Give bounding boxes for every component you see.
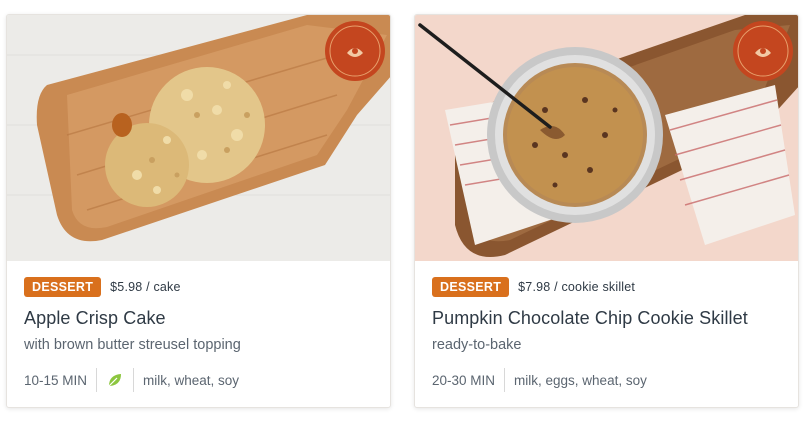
divider: [504, 368, 506, 392]
product-subtitle: with brown butter streusel topping: [24, 337, 241, 353]
category-tag: DESSERT: [24, 277, 102, 297]
price-label: $7.98 / cookie skillet: [518, 280, 636, 294]
product-photo[interactable]: [415, 15, 798, 261]
leaf-icon: [108, 374, 122, 387]
allergens: milk, eggs, wheat, soy: [514, 372, 647, 388]
product-meta: 20-30 MIN milk, eggs, wheat, soy: [432, 368, 647, 392]
divider: [96, 368, 98, 392]
product-photo[interactable]: [7, 15, 390, 261]
product-card-apple-crisp-cake[interactable]: DESSERT $5.98 / cake Apple Crisp Cake wi…: [6, 14, 391, 408]
price-label: $5.98 / cake: [110, 280, 181, 294]
prep-time: 10-15 MIN: [24, 372, 88, 388]
thanksgiving-favorites-seal: [325, 21, 385, 81]
product-meta: 10-15 MIN milk, wheat, soy: [24, 368, 239, 392]
category-tag: DESSERT: [432, 277, 510, 297]
product-subtitle: ready-to-bake: [432, 337, 522, 353]
thanksgiving-favorites-seal: [733, 21, 793, 81]
divider: [133, 368, 135, 392]
prep-time: 20-30 MIN: [432, 372, 496, 388]
product-card-pumpkin-cookie-skillet[interactable]: DESSERT $7.98 / cookie skillet Pumpkin C…: [414, 14, 799, 408]
product-title[interactable]: Pumpkin Chocolate Chip Cookie Skillet: [432, 306, 786, 330]
product-title[interactable]: Apple Crisp Cake: [24, 306, 378, 330]
allergens: milk, wheat, soy: [143, 372, 240, 388]
